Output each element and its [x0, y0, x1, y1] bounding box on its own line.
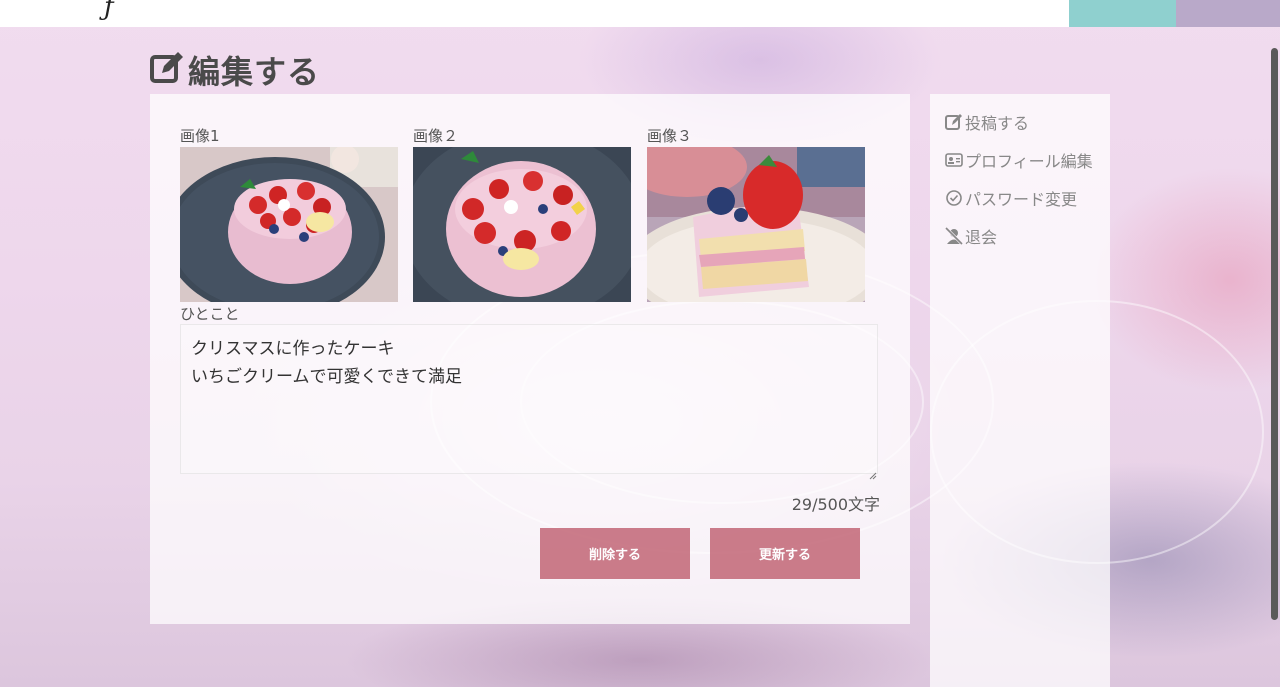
- edit-form-card: 画像1 画像２ 画像３ ひとこと クリスマスに作ったケーキ いちごクリームで可愛…: [150, 94, 910, 624]
- edit-icon: [945, 114, 962, 130]
- header-button-lavender[interactable]: [1176, 0, 1280, 27]
- page-title: 編集する: [150, 50, 321, 91]
- sidebar-item-withdraw[interactable]: 退会: [945, 224, 997, 248]
- page-title-text: 編集する: [188, 53, 321, 91]
- sidebar-item-profile-edit[interactable]: プロフィール編集: [945, 148, 1093, 172]
- sidebar-item-password-change[interactable]: パスワード変更: [945, 186, 1077, 210]
- sidebar-item-post[interactable]: 投稿する: [945, 110, 1029, 134]
- comment-textarea[interactable]: クリスマスに作ったケーキ いちごクリームで可愛くできて満足: [180, 324, 878, 474]
- header-button-teal[interactable]: [1069, 0, 1176, 27]
- image-3-photo[interactable]: [647, 147, 865, 302]
- update-button[interactable]: 更新する: [710, 528, 860, 579]
- image-1-photo[interactable]: [180, 147, 398, 302]
- check-circle-icon: [946, 190, 962, 206]
- sidebar-item-label: 投稿する: [965, 114, 1030, 133]
- comment-label: ひとこと: [180, 305, 240, 323]
- sidebar-item-label: パスワード変更: [965, 190, 1078, 209]
- sidebar-item-label: プロフィール編集: [965, 152, 1093, 171]
- sidebar-item-label: 退会: [965, 228, 998, 247]
- id-card-icon: [945, 153, 963, 167]
- delete-button[interactable]: 削除する: [540, 528, 690, 579]
- image-1-label: 画像1: [180, 127, 220, 145]
- image-2-label: 画像２: [413, 127, 459, 145]
- site-logo[interactable]: ƒ: [104, 0, 114, 22]
- image-2-photo[interactable]: [413, 147, 631, 302]
- user-slash-icon: [945, 227, 963, 245]
- sidebar-menu: 投稿する プロフィール編集 パスワード変更 退会: [930, 94, 1110, 687]
- page-scrollbar[interactable]: [1271, 48, 1278, 620]
- character-counter: 29/500文字: [791, 495, 880, 514]
- image-3-label: 画像３: [647, 127, 693, 145]
- textarea-resize-handle[interactable]: [869, 465, 877, 480]
- edit-icon: [150, 51, 184, 89]
